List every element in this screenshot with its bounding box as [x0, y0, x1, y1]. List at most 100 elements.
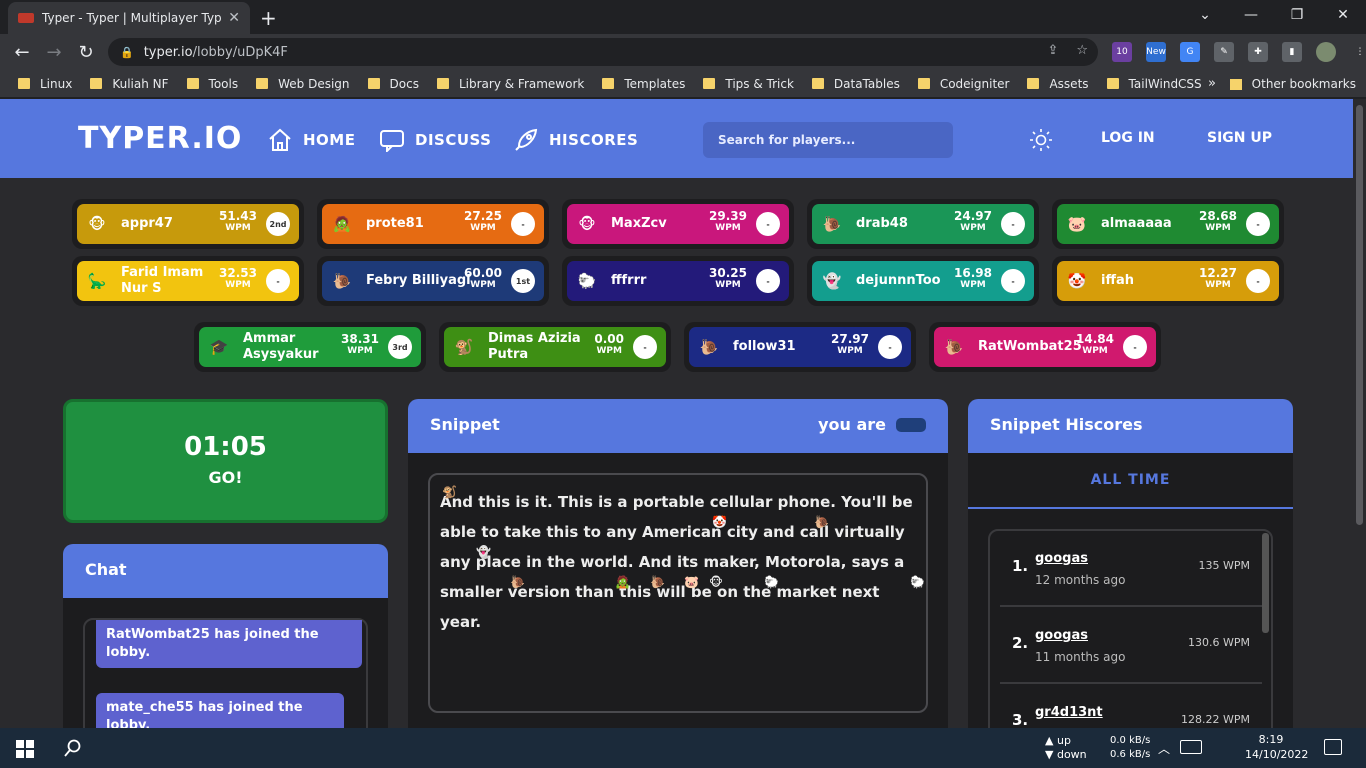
bookmark-folder[interactable]: Tools	[186, 77, 238, 91]
new-tab-icon[interactable]: +	[260, 6, 277, 30]
back-icon[interactable]: ←	[6, 42, 38, 63]
player-card[interactable]: 🐵 MaxZcv 29.39 WPM -	[562, 199, 794, 249]
snippet-panel: Snippet you are And this is it. This is …	[408, 399, 948, 728]
down-arrow-icon: ▼	[1045, 748, 1057, 761]
player-card[interactable]: 🐌 drab48 24.97 WPM -	[807, 199, 1039, 249]
menu-icon[interactable]: ⋮	[1350, 42, 1366, 62]
hiscore-rank: 3.	[1012, 711, 1029, 728]
hiscore-user-link[interactable]: googas	[1035, 628, 1088, 643]
player-name: appr47	[121, 216, 173, 231]
chat-messages[interactable]: RatWombat25 has joined the lobby. mate_c…	[83, 618, 368, 728]
player-avatar-icon: 🐌	[332, 272, 352, 290]
tray-expand-icon[interactable]: ︿	[1158, 740, 1170, 757]
bookmark-folder[interactable]: Tips & Trick	[703, 77, 794, 91]
player-wpm-value: 28.68	[1199, 209, 1237, 223]
bookmark-folder[interactable]: Web Design	[256, 77, 350, 91]
bookmark-folder[interactable]: Docs	[367, 77, 419, 91]
player-cursor-icon: 🐑	[910, 575, 925, 589]
player-wpm-value: 0.00	[594, 332, 624, 346]
taskbar-search-icon[interactable]	[64, 739, 82, 757]
restore-icon[interactable]: ❐	[1274, 0, 1320, 30]
player-cursor-icon: 🐌	[814, 515, 829, 529]
player-card[interactable]: 👻 dejunnnToo 16.98 WPM -	[807, 256, 1039, 306]
player-card[interactable]: 🐌 RatWombat25 14.84 WPM -	[929, 322, 1161, 372]
nav-discuss[interactable]: DISCUSS	[379, 128, 491, 152]
share-icon[interactable]: ⇪	[1047, 43, 1058, 58]
address-bar[interactable]: 🔒 typer.io /lobby/uDpK4F ⇪ ☆	[108, 38, 1098, 66]
timer-countdown: 01:05	[184, 432, 267, 462]
player-card-body: 🎓 Ammar Asysyakur 38.31 WPM 3rd	[199, 327, 421, 367]
minimize-icon[interactable]: —	[1228, 0, 1274, 30]
nav-home[interactable]: HOME	[267, 128, 355, 152]
hiscore-user-link[interactable]: googas	[1035, 551, 1088, 566]
keyboard-icon[interactable]	[1180, 740, 1202, 754]
windows-start-icon[interactable]	[16, 740, 34, 758]
bookmark-folder[interactable]: Templates	[602, 77, 685, 91]
pen-extension-icon[interactable]: ✎	[1214, 42, 1234, 62]
folder-icon	[1106, 78, 1119, 89]
player-search-input[interactable]: Search for players...	[703, 122, 953, 158]
nav-hiscores[interactable]: HISCORES	[513, 128, 638, 152]
page-scroll-thumb[interactable]	[1356, 105, 1363, 525]
extensions-puzzle-icon[interactable]: ✚	[1248, 42, 1268, 62]
other-bookmarks[interactable]: Other bookmarks	[1229, 77, 1356, 91]
player-card[interactable]: 🦕 Farid Imam Nur S 32.53 WPM -	[72, 256, 304, 306]
hiscores-scrollbar[interactable]	[1262, 533, 1269, 633]
hiscore-wpm: 130.6 WPM	[1188, 636, 1250, 649]
bookmark-folder[interactable]: Library & Framework	[436, 77, 584, 91]
extension-new-icon[interactable]: New	[1146, 42, 1166, 62]
folder-icon	[436, 78, 449, 89]
page-content: TYPER.IO HOME DISCUSS HISCORES Search fo…	[0, 99, 1353, 728]
player-wpm-unit: WPM	[225, 280, 251, 290]
player-name: Ammar Asysyakur	[243, 331, 319, 362]
login-button[interactable]: LOG IN	[1101, 130, 1155, 146]
bookmark-folder[interactable]: DataTables	[811, 77, 900, 91]
player-wpm-unit: WPM	[596, 346, 622, 356]
player-card[interactable]: 🐵 appr47 51.43 WPM 2nd	[72, 199, 304, 249]
translate-icon[interactable]: G	[1180, 42, 1200, 62]
sidebar-icon[interactable]: ▮	[1282, 42, 1302, 62]
forward-icon[interactable]: →	[38, 42, 70, 63]
player-card[interactable]: 🎓 Ammar Asysyakur 38.31 WPM 3rd	[194, 322, 426, 372]
player-place-badge: -	[266, 269, 290, 293]
bookmark-folder[interactable]: Codeigniter	[917, 77, 1009, 91]
bookmark-folder[interactable]: Assets	[1027, 77, 1089, 91]
bookmark-folder[interactable]: Linux	[18, 77, 72, 91]
browser-tab[interactable]: Typer - Typer | Multiplayer Typing ✕	[8, 2, 250, 34]
bookmark-star-icon[interactable]: ☆	[1076, 43, 1088, 58]
player-card[interactable]: 🐒 Dimas Azizia Putra 0.00 WPM -	[439, 322, 671, 372]
tab-search-icon[interactable]: ⌄	[1182, 0, 1228, 30]
nav-discuss-label: DISCUSS	[415, 131, 492, 149]
close-tab-icon[interactable]: ✕	[228, 10, 240, 26]
player-cursor-icon: 🐑	[764, 575, 779, 589]
you-are-indicator: you are	[818, 415, 926, 434]
snippet-text[interactable]: And this is it. This is a portable cellu…	[428, 473, 928, 713]
site-logo[interactable]: TYPER.IO	[78, 121, 242, 156]
player-card[interactable]: 🐷 almaaaaa 28.68 WPM -	[1052, 199, 1284, 249]
extension-badge-icon[interactable]: 10	[1112, 42, 1132, 62]
player-wpm-unit: WPM	[1205, 280, 1231, 290]
player-card[interactable]: 🐑 fffrrr 30.25 WPM -	[562, 256, 794, 306]
system-clock[interactable]: 8:19 14/10/2022	[1245, 732, 1308, 762]
player-card[interactable]: 🧟 prote81 27.25 WPM -	[317, 199, 549, 249]
tab-all-time[interactable]: ALL TIME	[968, 453, 1293, 509]
more-bookmarks-icon[interactable]: »	[1208, 76, 1216, 91]
close-window-icon[interactable]: ✕	[1320, 0, 1366, 30]
reload-icon[interactable]: ↻	[70, 42, 102, 63]
player-card[interactable]: 🤡 iffah 12.27 WPM -	[1052, 256, 1284, 306]
page-scrollbar[interactable]	[1353, 99, 1366, 728]
profile-avatar[interactable]	[1316, 42, 1336, 62]
signup-button[interactable]: SIGN UP	[1207, 130, 1272, 146]
clock-time: 8:19	[1258, 733, 1284, 746]
notification-icon[interactable]	[1324, 739, 1342, 755]
player-place-badge: -	[756, 269, 780, 293]
player-wpm-value: 60.00	[464, 266, 502, 280]
bookmark-folder[interactable]: TailWindCSS	[1106, 77, 1202, 91]
player-name: dejunnnToo	[856, 273, 941, 288]
player-card[interactable]: 🐌 Febry Billiyagi 60.00 WPM 1st	[317, 256, 549, 306]
hiscore-user-link[interactable]: gr4d13nt	[1035, 705, 1103, 720]
player-card[interactable]: 🐌 follow31 27.97 WPM -	[684, 322, 916, 372]
hiscores-list[interactable]: 1. googas 12 months ago 135 WPM 2. googa…	[988, 529, 1273, 728]
bookmark-folder[interactable]: Kuliah NF	[90, 77, 169, 91]
theme-toggle-sun-icon[interactable]	[1029, 128, 1053, 156]
